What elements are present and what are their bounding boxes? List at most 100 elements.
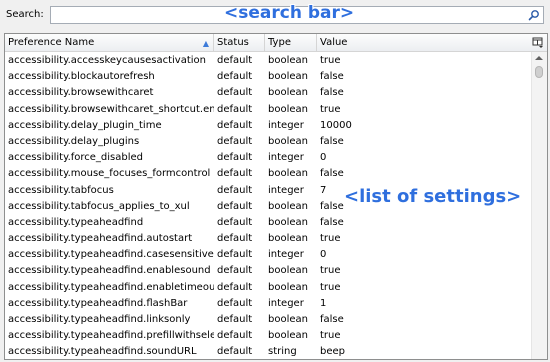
table-row[interactable]: accessibility.delay_plugins default bool… (5, 134, 531, 150)
preference-name: accessibility.tabfocus_applies_to_xul (8, 200, 190, 212)
preference-status: default (217, 314, 253, 325)
preference-type: boolean (268, 216, 308, 228)
preference-type: boolean (268, 103, 308, 115)
preference-name: accessibility.tabfocus (8, 184, 114, 196)
preference-value: true (320, 55, 341, 66)
preference-status: default (217, 233, 253, 245)
table-row[interactable]: accessibility.typeaheadfind.enablesound … (5, 263, 531, 279)
preference-name: accessibility.typeaheadfind.autostart (8, 233, 193, 245)
preference-value: true (320, 265, 341, 277)
preference-type: string (268, 346, 297, 358)
column-header-label: Preference Name (8, 37, 95, 48)
preference-name: accessibility.typeaheadfind.linksonly (8, 314, 191, 325)
table-row[interactable]: accessibility.typeaheadfind.prefillwiths… (5, 328, 531, 344)
preference-status: default (217, 281, 253, 293)
table-row[interactable]: accessibility.delay_plugin_time default … (5, 118, 531, 134)
column-picker-icon[interactable] (532, 36, 544, 48)
preference-status: default (217, 119, 253, 131)
table-row[interactable]: accessibility.blockautorefresh default b… (5, 69, 531, 85)
preference-type: boolean (268, 168, 308, 180)
preference-name: accessibility.typeaheadfind.soundURL (8, 346, 197, 358)
preference-name: accessibility.typeaheadfind.prefillwiths… (8, 330, 214, 342)
preference-name: accessibility.delay_plugins (8, 135, 140, 147)
preference-type: boolean (268, 265, 308, 277)
preference-value: false (320, 168, 344, 180)
column-header-value[interactable]: Value (317, 34, 531, 51)
preference-value: false (320, 71, 344, 83)
preference-status: default (217, 330, 253, 342)
table-row[interactable]: accessibility.browsewithcaret default bo… (5, 85, 531, 101)
preference-status: default (217, 87, 253, 99)
preference-status: default (217, 200, 253, 212)
preference-value: 1 (320, 297, 327, 309)
table-row[interactable]: accessibility.mouse_focuses_formcontrol … (5, 166, 531, 182)
table-row[interactable]: accessibility.typeaheadfind.casesensitiv… (5, 247, 531, 263)
scroll-up-arrow-icon[interactable] (535, 56, 543, 60)
preference-name: accessibility.typeaheadfind.enablesound (8, 265, 211, 277)
column-header-label: Value (320, 37, 348, 48)
column-header-label: Type (268, 37, 291, 48)
table-row[interactable]: accessibility.typeaheadfind.enabletimeou… (5, 280, 531, 296)
table-row[interactable]: accessibility.typeaheadfind.autostart de… (5, 231, 531, 247)
search-label: Search: (6, 9, 44, 20)
preference-value: false (320, 87, 344, 99)
preference-name: accessibility.force_disabled (8, 152, 144, 164)
preference-status: default (217, 103, 253, 115)
table-row[interactable]: accessibility.accesskeycausesactivation … (5, 53, 531, 69)
preference-name: accessibility.typeaheadfind.flashBar (8, 297, 188, 309)
preference-type: boolean (268, 314, 308, 325)
vertical-scrollbar[interactable] (531, 52, 547, 359)
preference-status: default (217, 265, 253, 277)
preference-value: beep (320, 346, 345, 358)
preference-type: boolean (268, 233, 308, 245)
preference-value: true (320, 233, 341, 245)
preference-type: boolean (268, 281, 308, 293)
preference-type: integer (268, 152, 304, 164)
preference-name: accessibility.delay_plugin_time (8, 119, 162, 131)
preference-name: accessibility.typeaheadfind (8, 216, 144, 228)
preference-name: accessibility.browsewithcaret (8, 87, 154, 99)
preference-value: true (320, 103, 341, 115)
column-header-label: Status (217, 37, 249, 48)
preference-name: accessibility.blockautorefresh (8, 71, 155, 83)
preference-type: boolean (268, 55, 308, 66)
column-header-type[interactable]: Type (265, 34, 317, 51)
preference-status: default (217, 216, 253, 228)
preference-status: default (217, 152, 253, 164)
column-header-preference-name[interactable]: Preference Name ▲ (5, 34, 214, 51)
table-row[interactable]: accessibility.force_disabled default int… (5, 150, 531, 166)
preference-value: true (320, 281, 341, 293)
table-row[interactable]: accessibility.typeaheadfind.linksonly de… (5, 312, 531, 328)
preference-name: accessibility.typeaheadfind.casesensitiv… (8, 249, 214, 261)
preference-status: default (217, 168, 253, 180)
column-header-status[interactable]: Status (214, 34, 265, 51)
sort-ascending-icon: ▲ (202, 39, 209, 48)
preference-value: false (320, 314, 344, 325)
scrollbar-thumb[interactable] (535, 66, 543, 78)
preference-status: default (217, 135, 253, 147)
preference-type: boolean (268, 87, 308, 99)
search-bar-annotation: <search bar> (224, 3, 355, 23)
preference-value: 0 (320, 152, 327, 164)
table-header: Preference Name ▲ Status Type Value (5, 34, 547, 52)
preference-status: default (217, 184, 253, 196)
search-icon[interactable] (528, 9, 540, 21)
preference-type: integer (268, 119, 304, 131)
table-row[interactable]: accessibility.typeaheadfind.soundURL def… (5, 344, 531, 359)
preference-status: default (217, 55, 253, 66)
preference-type: integer (268, 184, 304, 196)
preference-name: accessibility.accesskeycausesactivation (8, 55, 207, 66)
preference-type: boolean (268, 135, 308, 147)
table-row[interactable]: accessibility.browsewithcaret_shortcut.e… (5, 102, 531, 118)
preference-value: 0 (320, 249, 327, 261)
preference-status: default (217, 71, 253, 83)
preference-type: boolean (268, 330, 308, 342)
preference-type: integer (268, 297, 304, 309)
preference-value: true (320, 330, 341, 342)
table-row[interactable]: accessibility.typeaheadfind default bool… (5, 215, 531, 231)
table-row[interactable]: accessibility.typeaheadfind.flashBar def… (5, 296, 531, 312)
preference-name: accessibility.typeaheadfind.enabletimeou… (8, 281, 214, 293)
preference-type: boolean (268, 71, 308, 83)
preference-name: accessibility.browsewithcaret_shortcut.e… (8, 103, 214, 115)
preference-value: false (320, 216, 344, 228)
